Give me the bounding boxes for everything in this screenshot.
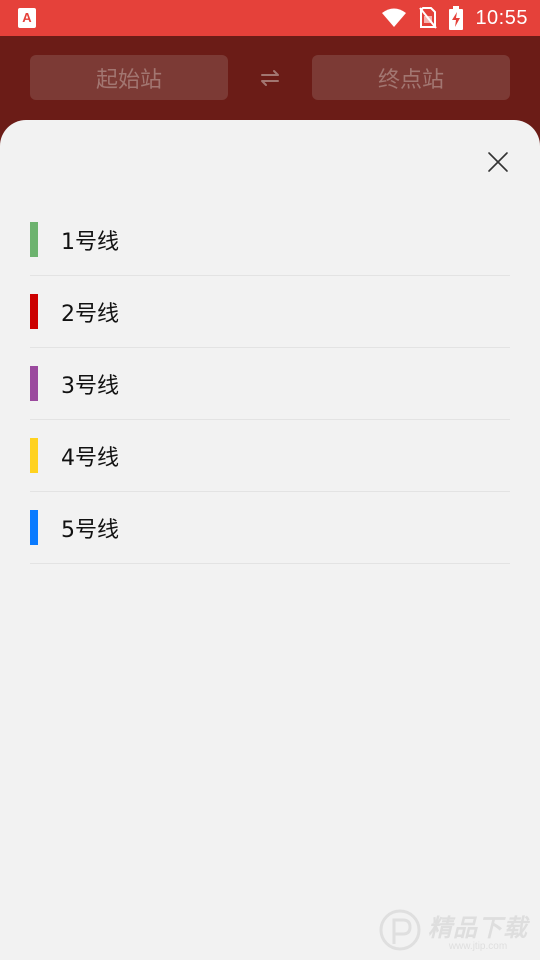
line-name: 4号线: [61, 445, 119, 471]
line-item-2[interactable]: 2号线: [30, 276, 510, 348]
watermark-logo-icon: [379, 909, 421, 951]
watermark: 精品下载 www.jtip.com: [378, 908, 528, 952]
screen: A 10:55 起始站 终点站 1号线 2号线 3号线 4号线 5号线 精品下载…: [0, 0, 540, 960]
route-header: 起始站 终点站: [0, 36, 540, 120]
line-name: 3号线: [61, 373, 119, 399]
line-color-bar: [30, 510, 38, 545]
line-color-bar: [30, 438, 38, 473]
start-station-button[interactable]: 起始站: [30, 55, 228, 100]
line-name: 5号线: [61, 517, 119, 543]
line-item-1[interactable]: 1号线: [30, 204, 510, 276]
battery-charging-icon: [449, 6, 464, 30]
line-color-bar: [30, 294, 38, 329]
close-icon[interactable]: [486, 150, 510, 174]
app-icon: A: [18, 8, 36, 28]
wifi-icon: [382, 8, 407, 27]
end-station-button[interactable]: 终点站: [312, 55, 510, 100]
line-selector-sheet: 1号线 2号线 3号线 4号线 5号线 精品下载 www.jtip.com: [0, 120, 540, 960]
line-item-5[interactable]: 5号线: [30, 492, 510, 564]
status-bar: A 10:55: [0, 0, 540, 36]
line-item-4[interactable]: 4号线: [30, 420, 510, 492]
watermark-sub-text: www.jtip.com: [448, 941, 508, 952]
swap-icon[interactable]: [259, 67, 281, 89]
watermark-main-text: 精品下载: [428, 914, 528, 942]
line-color-bar: [30, 222, 38, 257]
line-color-bar: [30, 366, 38, 401]
no-sim-icon: [419, 7, 438, 29]
status-icons: 10:55: [381, 0, 528, 36]
watermark-text: 精品下载 www.jtip.com: [428, 908, 528, 952]
line-name: 1号线: [61, 229, 119, 255]
status-time: 10:55: [475, 6, 528, 29]
line-list: 1号线 2号线 3号线 4号线 5号线: [30, 204, 510, 564]
line-item-3[interactable]: 3号线: [30, 348, 510, 420]
line-name: 2号线: [61, 301, 119, 327]
